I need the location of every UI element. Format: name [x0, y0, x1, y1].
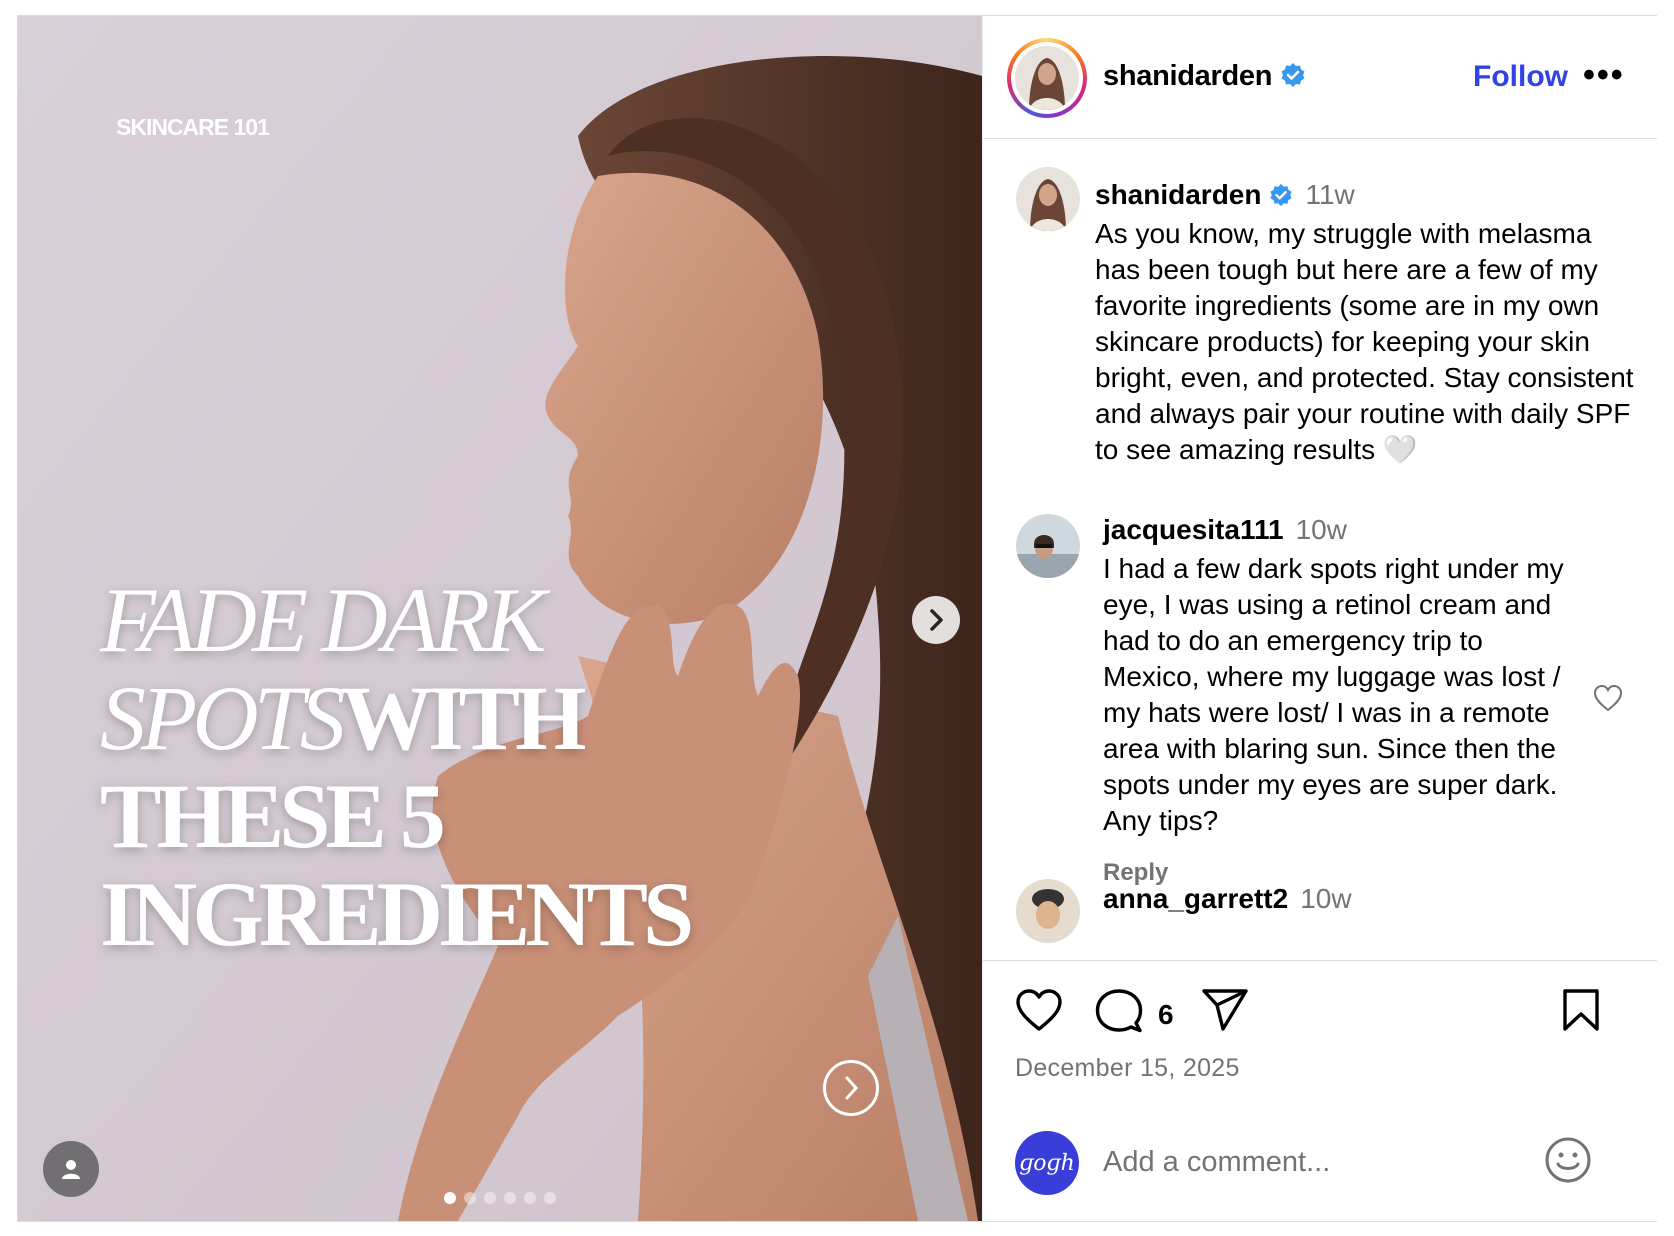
post-media[interactable]: SKINCARE 101 FADE DARK SPOTSWITH THESE 5… [18, 16, 982, 1221]
caption-avatar[interactable] [1016, 167, 1080, 231]
follow-button[interactable]: Follow [1473, 60, 1568, 94]
user-tag-icon [62, 1160, 80, 1179]
carousel-dot [464, 1192, 476, 1204]
comment-like-button[interactable] [1593, 684, 1623, 717]
comment-time: 10w [1300, 883, 1352, 914]
bookmark-icon [1563, 989, 1599, 1031]
carousel-dots [444, 1192, 556, 1204]
comment-icon [1095, 989, 1143, 1033]
eyebrow-text: SKINCARE 101 [116, 114, 270, 140]
current-user-avatar[interactable]: ɡoɡh [1015, 1131, 1079, 1195]
more-options-icon[interactable]: ••• [1583, 56, 1625, 95]
carousel-dot [504, 1192, 516, 1204]
post-header: shanidarden Follow ••• [983, 16, 1657, 139]
add-comment-bar: ɡoɡh [983, 1111, 1657, 1211]
author-username[interactable]: shanidarden [1103, 60, 1306, 93]
chevron-right-icon [930, 609, 943, 631]
carousel-dot [544, 1192, 556, 1204]
headline-line-2-bold: WITH [340, 667, 587, 769]
comment-username[interactable]: jacquesita111 10w [1103, 514, 1347, 546]
next-slide-button[interactable] [912, 596, 960, 644]
headline-line-2-italic: SPOTS [100, 667, 346, 769]
share-button[interactable] [1201, 988, 1249, 1039]
carousel-dot [444, 1192, 456, 1204]
carousel-dot [524, 1192, 536, 1204]
add-comment-input[interactable] [1101, 1139, 1535, 1185]
post-actions: 6 [983, 976, 1657, 1046]
headline-line-1: FADE DARK [100, 569, 546, 671]
share-icon [1202, 989, 1248, 1031]
actions-divider [983, 960, 1657, 961]
media-arrow-ring-icon [823, 1060, 879, 1116]
verified-badge-icon [1270, 183, 1293, 207]
headline-line-4: INGREDIENTS [100, 863, 694, 965]
emoji-button[interactable] [1543, 1135, 1593, 1190]
comment-count: 6 [1158, 999, 1174, 1030]
author-avatar[interactable] [1007, 38, 1087, 118]
like-button[interactable] [1015, 988, 1063, 1037]
caption-text: As you know, my struggle with melasma ha… [1095, 218, 1634, 465]
emoji-icon [1545, 1137, 1591, 1183]
comment-time: 10w [1295, 514, 1347, 545]
comment-button[interactable] [1095, 988, 1143, 1039]
caption-username[interactable]: shanidarden 11w [1095, 179, 1355, 211]
save-button[interactable] [1561, 988, 1601, 1037]
user-tag-button[interactable] [43, 1141, 99, 1197]
post-date: December 15, 2025 [1015, 1054, 1240, 1082]
comments-scroll-area[interactable]: shanidarden 11w As you know, my struggle … [983, 139, 1657, 961]
heart-icon [1016, 989, 1062, 1031]
comment-avatar[interactable] [1016, 879, 1080, 943]
headline: FADE DARK SPOTSWITH THESE 5 INGREDIENTS [100, 569, 694, 965]
verified-badge-icon [1281, 63, 1305, 87]
comment-text: I had a few dark spots right under my ey… [1103, 553, 1564, 836]
carousel-dot [484, 1192, 496, 1204]
comment-username[interactable]: anna_garrett2 10w [1103, 883, 1352, 915]
heart-icon [1593, 684, 1623, 712]
post-panel: shanidarden Follow ••• shanidarden 11w As… [982, 16, 1657, 1221]
caption-time: 11w [1305, 179, 1355, 210]
headline-line-3: THESE 5 [100, 765, 446, 867]
comment-avatar[interactable] [1016, 514, 1080, 578]
